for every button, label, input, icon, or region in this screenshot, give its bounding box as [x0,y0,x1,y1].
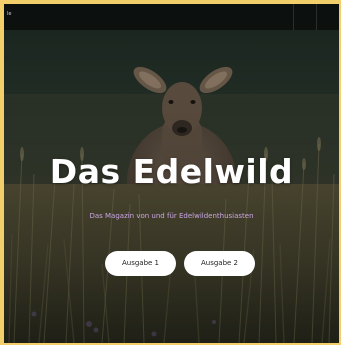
topbar-divider [316,4,317,30]
page-title: Das Edelwild [49,152,294,191]
topbar-label[interactable]: le [7,11,11,17]
issue-1-button[interactable]: Ausgabe 1 [105,251,176,276]
issue-2-button[interactable]: Ausgabe 2 [184,251,255,276]
page-frame: le Das Edelwild Das Magazin von und für … [4,4,339,343]
top-navigation-bar: le [4,4,339,30]
page-subtitle: Das Magazin von und für Edelwildenthusia… [89,212,254,220]
topbar-divider [293,4,294,30]
